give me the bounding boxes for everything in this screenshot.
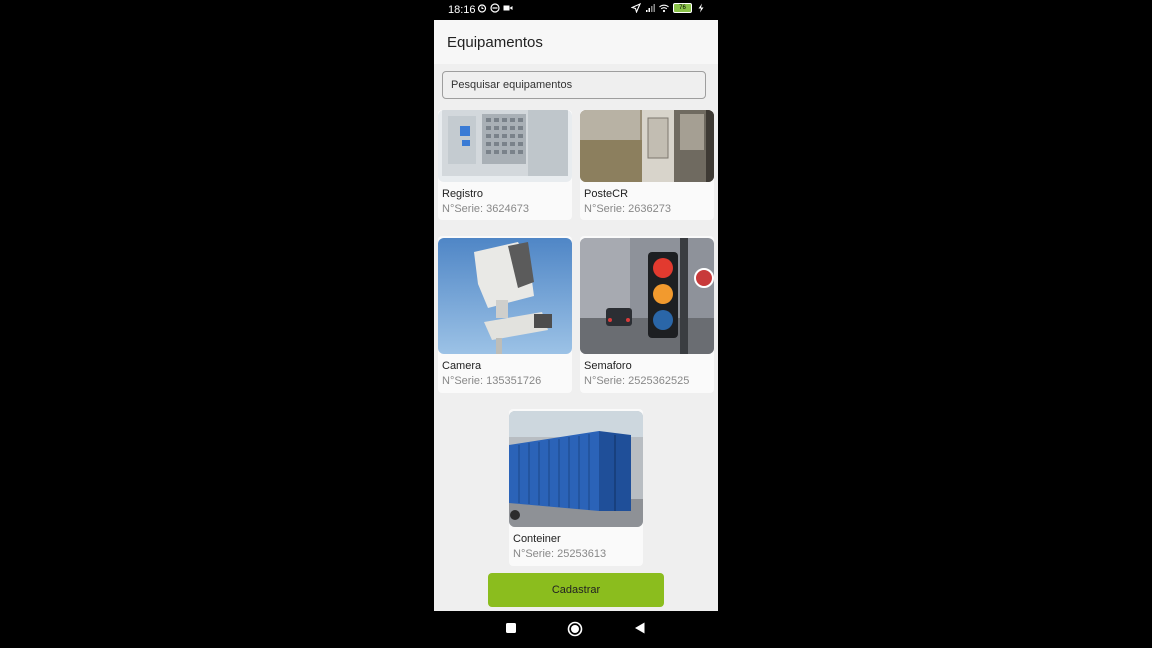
equipment-name: Registro [442,188,483,200]
battery-icon: 76 [673,3,692,13]
signal-icon [646,4,655,12]
equipment-card-postecr[interactable]: PosteCR N°Serie: 2636273 [580,110,714,220]
equipment-image-conteiner [509,411,643,527]
equipment-image-semaforo [580,238,714,354]
equipment-serial: N°Serie: 25253613 [513,548,607,560]
equipment-image-postecr [580,110,714,182]
app-screen: Equipamentos Pesquisar equipamentos Regi… [434,20,718,611]
app-bar: Equipamentos [434,20,718,64]
equipment-serial: N°Serie: 2525362525 [584,375,690,387]
equipment-card-conteiner[interactable]: Conteiner N°Serie: 25253613 [509,409,643,566]
equipment-image-camera [438,238,572,354]
status-time: 18:16 [448,4,476,16]
equipment-name: PosteCR [584,188,629,200]
equipment-name: Camera [442,360,482,372]
recents-icon[interactable] [505,622,517,634]
android-nav-bar [434,611,718,648]
equipment-name: Semaforo [584,360,632,372]
equipment-serial: N°Serie: 2636273 [584,203,671,215]
location-icon [631,3,641,13]
home-icon[interactable] [567,621,583,637]
equipment-image-registro [438,110,572,182]
equipment-serial: N°Serie: 135351726 [442,375,542,387]
equipment-serial: N°Serie: 3624673 [442,203,529,215]
equipment-name: Conteiner [513,533,561,545]
phone-frame: 18:16 76 Equipamentos Pesquisar equipame… [434,0,718,648]
alarm-icon [477,4,487,13]
charging-icon [698,3,704,13]
status-bar: 18:16 76 [434,0,718,20]
page-title: Equipamentos [447,34,543,51]
equipment-card-semaforo[interactable]: Semaforo N°Serie: 2525362525 [580,236,714,393]
equipment-card-registro[interactable]: Registro N°Serie: 3624673 [438,110,572,220]
equipment-card-camera[interactable]: Camera N°Serie: 135351726 [438,236,572,393]
search-input[interactable] [442,71,706,99]
video-icon [503,5,513,11]
cadastrar-button[interactable]: Cadastrar [488,573,664,607]
wifi-icon [659,4,669,13]
dnd-icon [490,3,500,13]
back-icon[interactable] [634,622,646,634]
